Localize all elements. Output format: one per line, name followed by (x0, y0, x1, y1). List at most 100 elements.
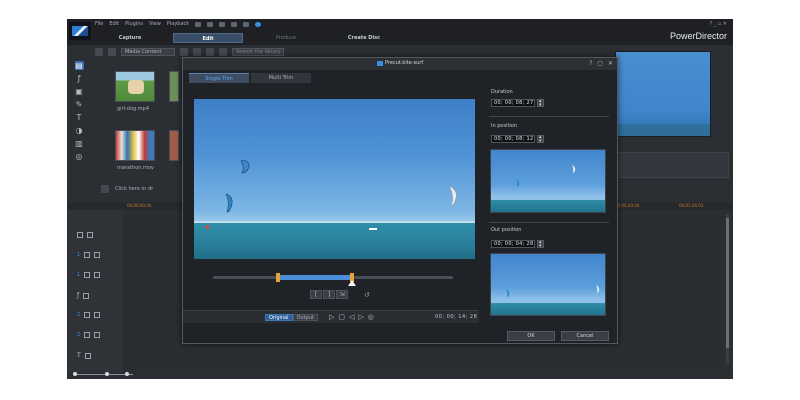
tab-multi-trim[interactable]: Multi Trim (251, 73, 311, 83)
out-position-spinner[interactable] (537, 239, 544, 249)
zoom-knob[interactable] (73, 372, 77, 376)
lock-icon[interactable] (87, 232, 93, 238)
upgrade-icon[interactable] (231, 21, 238, 27)
voiceover-icon[interactable]: ◎ (75, 152, 84, 161)
export-icon[interactable]: ⇲ (336, 290, 348, 299)
dialog-title-bar: Precut.kite-surf ? ▢ ✕ (183, 58, 617, 70)
ok-button[interactable]: OK (507, 331, 555, 341)
settings-icon[interactable] (243, 21, 250, 27)
trim-selection[interactable] (278, 275, 352, 280)
output-toggle[interactable]: Output (292, 314, 318, 321)
media-thumb-partial[interactable] (169, 130, 179, 161)
mark-out-button[interactable]: ] (323, 290, 335, 299)
window-controls[interactable]: ? _ ▫ ✕ (710, 21, 728, 27)
trim-dialog: Precut.kite-surf ? ▢ ✕ Single Trim Multi… (182, 57, 618, 344)
in-position-spinner[interactable] (537, 134, 544, 144)
plugins-icon[interactable] (108, 48, 116, 56)
close-icon[interactable]: ✕ (608, 60, 613, 67)
prev-frame-icon[interactable]: ◁ (349, 313, 354, 321)
account-icon[interactable] (255, 21, 262, 27)
out-position-field[interactable]: 00; 00; 04; 28 (491, 240, 535, 248)
fx-track-icon: ƒ (77, 292, 80, 299)
particle-room-icon[interactable]: ✎ (75, 100, 84, 109)
in-marker[interactable] (276, 273, 280, 282)
lock-icon[interactable] (83, 292, 90, 299)
kite-icon (225, 193, 233, 213)
kite-icon (596, 285, 600, 293)
import-icon[interactable] (95, 48, 103, 56)
storyboard-icon[interactable] (101, 185, 109, 193)
scrollbar-thumb[interactable] (726, 218, 729, 348)
divider (489, 116, 609, 117)
menu-plugins[interactable]: Plugins (125, 21, 143, 27)
lock-icon[interactable] (94, 272, 101, 278)
volume-icon[interactable]: ◎ (368, 313, 374, 321)
view-list-icon[interactable] (193, 48, 201, 56)
tab-edit[interactable]: Edit (173, 33, 243, 43)
cancel-button[interactable]: Cancel (561, 331, 609, 341)
audio-mixing-icon[interactable]: ▥ (75, 139, 84, 148)
menu-view[interactable]: View (149, 21, 161, 27)
out-position-thumbnail (490, 253, 606, 316)
undo-icon[interactable] (207, 21, 214, 27)
menu-file[interactable]: File (95, 21, 103, 27)
track-header[interactable]: T (77, 352, 91, 359)
media-filter-dropdown[interactable]: Media Content (121, 48, 175, 56)
title-room-icon[interactable]: T (75, 113, 84, 122)
track-number: 2 (77, 332, 81, 338)
tab-produce[interactable]: Produce (251, 33, 321, 43)
redo-icon[interactable] (219, 21, 226, 27)
lock-icon[interactable] (84, 352, 91, 359)
timecode-display: 00; 00; 14; 28 (435, 314, 478, 320)
lock-icon[interactable] (94, 312, 101, 318)
tab-single-trim[interactable]: Single Trim (189, 73, 249, 83)
save-icon[interactable] (195, 21, 202, 27)
mark-in-button[interactable]: [ (310, 290, 322, 299)
trim-info-panel: Duration 00; 00; 08; 27 In position 00; … (483, 86, 611, 316)
stop-icon[interactable]: ▢ (338, 313, 345, 321)
pip-room-icon[interactable]: ▣ (75, 87, 84, 96)
reset-icon[interactable]: ↺ (364, 291, 370, 299)
track-header[interactable]: 1 (77, 252, 101, 258)
trim-scrub-bar[interactable] (213, 273, 453, 286)
track-header[interactable]: ƒ (77, 292, 90, 299)
library-search-input[interactable]: Search the library (232, 48, 284, 56)
view-grid-icon[interactable] (180, 48, 188, 56)
media-thumb-marathon[interactable] (115, 130, 155, 161)
track-header[interactable] (77, 232, 93, 238)
zoom-knob[interactable] (105, 372, 109, 376)
media-thumb-girl-dog[interactable] (115, 71, 155, 102)
maximize-icon[interactable]: ▢ (597, 60, 603, 67)
lock-icon[interactable] (94, 332, 101, 338)
help-icon[interactable]: ? (589, 60, 592, 67)
kite-icon (240, 160, 250, 174)
sort-icon[interactable] (206, 48, 214, 56)
lock-icon[interactable] (94, 252, 101, 258)
track-header[interactable]: 1 (77, 272, 101, 278)
tab-create-disc[interactable]: Create Disc (329, 33, 399, 43)
next-frame-icon[interactable]: ▷ (358, 313, 363, 321)
dialog-title: Precut.kite-surf (377, 60, 423, 66)
in-position-field[interactable]: 00; 00; 08; 12 (491, 135, 535, 143)
duration-spinner[interactable] (537, 98, 544, 108)
menu-edit[interactable]: Edit (109, 21, 119, 27)
playhead-marker[interactable] (348, 280, 356, 286)
menu-playback[interactable]: Playback (167, 21, 189, 27)
media-room-icon[interactable]: ▤ (74, 61, 84, 70)
explore-icon[interactable] (219, 48, 227, 56)
fx-room-icon[interactable]: ƒ (75, 74, 84, 83)
transition-room-icon[interactable]: ◑ (75, 126, 84, 135)
tab-capture[interactable]: Capture (95, 33, 165, 43)
timeline-zoom-slider[interactable] (73, 372, 133, 378)
in-position-thumbnail (490, 149, 606, 213)
timeline-scrollbar[interactable] (726, 214, 729, 364)
media-thumb-partial[interactable] (169, 71, 179, 102)
ruler-mark: 00;00;00;00 (127, 203, 152, 208)
duration-field[interactable]: 00; 00; 08; 27 (491, 99, 535, 107)
kite-icon (506, 289, 510, 297)
zoom-knob[interactable] (125, 372, 129, 376)
track-header[interactable]: 2 (77, 332, 101, 338)
track-header[interactable]: 2 (77, 312, 101, 318)
play-icon[interactable]: ▷ (329, 313, 334, 321)
original-toggle[interactable]: Original (265, 314, 293, 321)
